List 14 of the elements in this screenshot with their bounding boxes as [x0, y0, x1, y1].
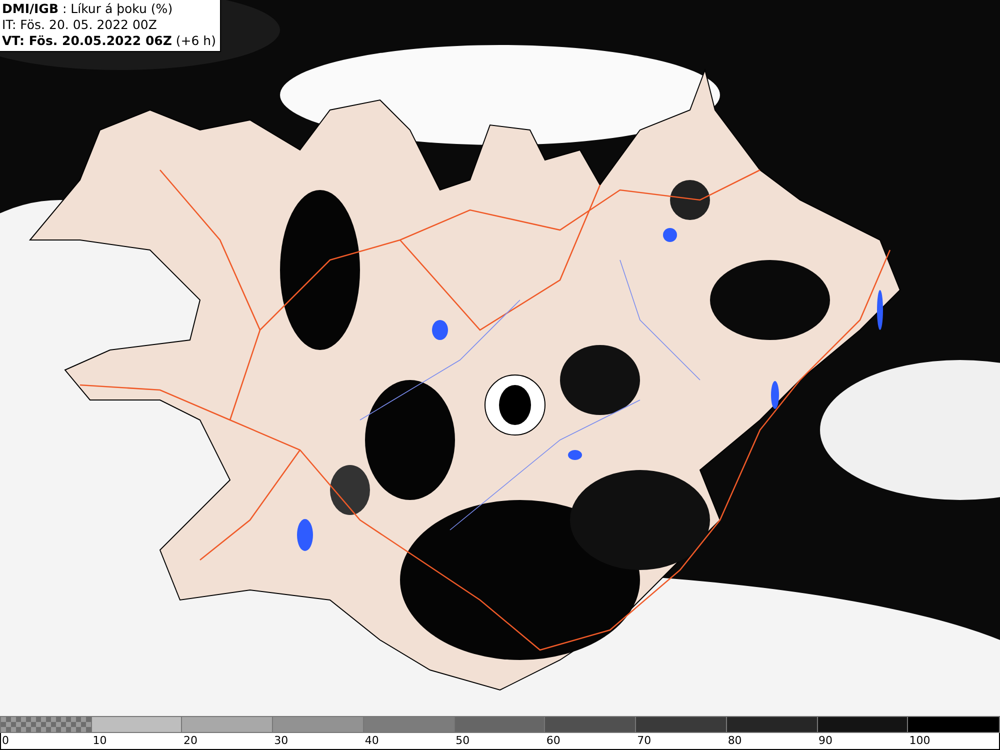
legend-label: 20: [182, 733, 198, 749]
legend-label: 30: [273, 733, 288, 749]
legend-label: 90: [818, 733, 833, 749]
legend-label: 80: [726, 733, 742, 749]
legend-label: 40: [364, 733, 379, 749]
info-text: VT: Fös. 20.05.2022 06Z (+6 h): [2, 33, 216, 49]
legend-label: 60: [545, 733, 560, 749]
legend-label: 70: [636, 733, 652, 749]
legend-label: 10: [92, 733, 107, 749]
info-text: IT: Fös. 20. 05. 2022 00Z: [2, 17, 158, 33]
legend-label: 0: [1, 733, 9, 749]
legend-label: 50: [454, 733, 470, 749]
info-text: DMI/IGB : Líkur á þoku (%): [2, 1, 174, 17]
legend-label: 100: [908, 733, 930, 749]
